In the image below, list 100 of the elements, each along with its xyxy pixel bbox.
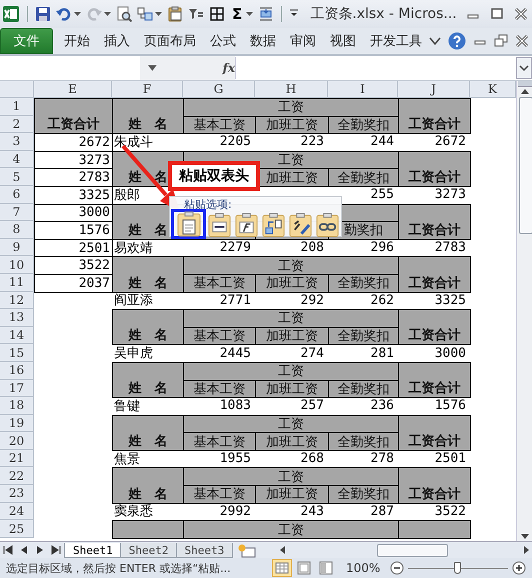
ribbon-tab[interactable]: 公式 bbox=[203, 32, 243, 50]
rows-icon[interactable] bbox=[258, 6, 274, 22]
column-header[interactable]: J bbox=[398, 81, 470, 98]
header-cell: 工资合计 bbox=[398, 256, 471, 293]
table-cell-text: 2771 bbox=[218, 292, 252, 310]
close-icon[interactable] bbox=[515, 34, 529, 48]
chevron-icon[interactable] bbox=[429, 36, 441, 46]
paste-option-button[interactable] bbox=[314, 212, 341, 238]
column-header[interactable]: F bbox=[112, 81, 183, 98]
table-cell-text: 255 bbox=[370, 186, 395, 204]
split-handle[interactable] bbox=[518, 81, 532, 87]
close-icon[interactable] bbox=[514, 7, 528, 21]
column-header[interactable]: K bbox=[470, 81, 516, 98]
row-header[interactable]: 16 bbox=[0, 362, 34, 380]
row-header[interactable]: 11 bbox=[0, 274, 34, 292]
paste-option-button[interactable] bbox=[260, 212, 287, 238]
row-header[interactable]: 17 bbox=[0, 380, 34, 398]
zoom-in-icon[interactable] bbox=[512, 561, 526, 575]
row-header[interactable]: 23 bbox=[0, 485, 34, 503]
boxes-icon[interactable] bbox=[137, 6, 153, 22]
status-message: 选定目标区域，然后按 ENTER 或选择“粘贴... bbox=[5, 560, 232, 576]
column-header[interactable]: E bbox=[34, 81, 112, 98]
paste-option-button[interactable] bbox=[171, 209, 206, 239]
panel-title: 粘贴选项: bbox=[183, 197, 233, 212]
zoom-slider-thumb[interactable] bbox=[454, 562, 462, 574]
header-cell: 加班工资 bbox=[255, 326, 329, 346]
table-cell-text: 阎亚添 bbox=[113, 292, 154, 310]
ribbon-tab[interactable]: 视图 bbox=[323, 32, 363, 50]
ribbon-tab[interactable]: 页面布局 bbox=[137, 32, 203, 50]
column-header[interactable]: G bbox=[183, 81, 255, 98]
grid-icon[interactable] bbox=[209, 6, 225, 22]
table-cell-text: 3273 bbox=[434, 186, 467, 204]
header-cell: 工资合计 bbox=[398, 309, 471, 346]
row-header[interactable]: 25 bbox=[0, 520, 34, 538]
table-cell: 2672 bbox=[34, 133, 113, 152]
row-header[interactable]: 22 bbox=[0, 467, 34, 486]
table-cell-text: 2672 bbox=[434, 133, 467, 151]
last-sheet-icon[interactable] bbox=[50, 544, 62, 556]
column-header[interactable]: H bbox=[255, 81, 328, 98]
sheet-tab[interactable]: Sheet3 bbox=[176, 543, 234, 558]
ribbon-tab[interactable]: 开发工具 bbox=[363, 32, 429, 50]
row-header[interactable]: 4 bbox=[0, 150, 34, 168]
row-header[interactable]: 13 bbox=[0, 309, 34, 327]
paste-option-button[interactable] bbox=[287, 212, 314, 238]
table-cell-text: 朱成斗 bbox=[113, 134, 154, 151]
undo-icon[interactable] bbox=[56, 6, 72, 22]
table-cell-text: 2445 bbox=[218, 344, 252, 362]
row-header[interactable]: 5 bbox=[0, 168, 34, 186]
maximize-icon[interactable] bbox=[490, 7, 504, 21]
row-header[interactable]: 12 bbox=[0, 292, 34, 310]
row-header[interactable]: 7 bbox=[0, 204, 34, 222]
save-icon[interactable] bbox=[35, 6, 51, 22]
paste-option-button[interactable] bbox=[233, 212, 260, 238]
row-header[interactable]: 15 bbox=[0, 344, 34, 362]
row-header[interactable]: 10 bbox=[0, 256, 34, 274]
row-header[interactable]: 8 bbox=[0, 221, 34, 239]
clipboard-icon[interactable] bbox=[167, 6, 183, 22]
row-header[interactable]: 1 bbox=[0, 98, 34, 116]
table-cell: 2037 bbox=[34, 274, 113, 293]
table-cell-text: 3000 bbox=[434, 344, 467, 362]
table-cell-text: 1083 bbox=[218, 397, 252, 415]
caret-icon[interactable] bbox=[148, 65, 157, 71]
sheet-tab[interactable]: Sheet1 bbox=[64, 543, 122, 558]
function-button[interactable]: fx bbox=[222, 61, 235, 75]
row-header[interactable]: 21 bbox=[0, 450, 34, 468]
table-cell-text: 鲁键 bbox=[113, 398, 141, 415]
column-header[interactable]: I bbox=[328, 81, 398, 98]
row-header[interactable]: 20 bbox=[0, 432, 34, 450]
row-header[interactable]: 14 bbox=[0, 326, 34, 344]
ribbon-tab[interactable]: 插入 bbox=[97, 32, 137, 50]
spreadsheet-logo-icon[interactable] bbox=[2, 5, 20, 23]
row-header[interactable]: 3 bbox=[0, 133, 34, 151]
paste-option-button[interactable] bbox=[206, 212, 233, 238]
expand-icon[interactable] bbox=[516, 57, 532, 79]
scrollbar-thumb[interactable] bbox=[376, 544, 448, 557]
table-cell-text: 223 bbox=[300, 133, 325, 151]
row-header[interactable]: 6 bbox=[0, 186, 34, 204]
scrollbar-thumb[interactable] bbox=[518, 97, 532, 234]
row-header[interactable]: 19 bbox=[0, 414, 34, 432]
row-header[interactable]: 24 bbox=[0, 502, 34, 520]
zoom-out-icon[interactable] bbox=[390, 561, 404, 575]
first-sheet-icon[interactable] bbox=[2, 544, 14, 556]
page-break-icon bbox=[318, 560, 334, 576]
row-header[interactable]: 18 bbox=[0, 397, 34, 415]
file-tab[interactable]: 文件 bbox=[0, 28, 53, 54]
row-header[interactable]: 2 bbox=[0, 116, 34, 134]
sheet-tab[interactable]: Sheet2 bbox=[120, 543, 178, 558]
new-sheet-icon[interactable] bbox=[237, 544, 258, 558]
ribbon-tab[interactable]: 开始 bbox=[57, 32, 97, 50]
print-preview-icon[interactable] bbox=[116, 6, 132, 22]
sum-symbol[interactable]: Σ bbox=[230, 5, 244, 23]
table-cell: 3325 bbox=[34, 186, 113, 205]
help-icon[interactable] bbox=[448, 32, 466, 50]
row-header[interactable]: 9 bbox=[0, 238, 34, 256]
filter-icon[interactable] bbox=[188, 6, 204, 22]
zoom-level[interactable]: 100% bbox=[346, 561, 380, 575]
view-button[interactable] bbox=[272, 559, 292, 577]
ribbon-tab[interactable]: 数据 bbox=[243, 32, 283, 50]
ribbon-tab[interactable]: 审阅 bbox=[283, 32, 323, 50]
restore-icon[interactable] bbox=[494, 34, 508, 48]
